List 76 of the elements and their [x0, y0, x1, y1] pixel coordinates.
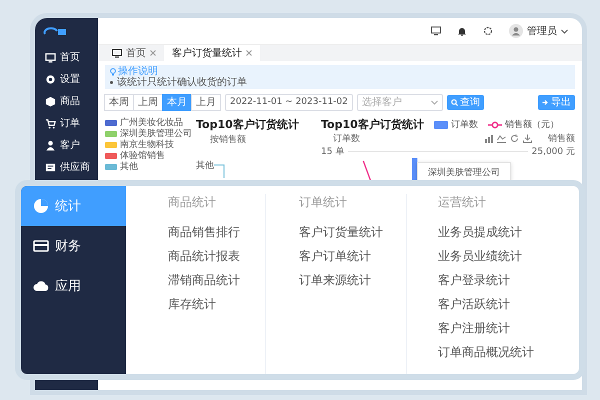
- slice-label: 其他: [196, 160, 214, 172]
- menu-link[interactable]: 订单来源统计: [299, 272, 406, 288]
- category-item[interactable]: 财务: [21, 226, 126, 266]
- settings-icon[interactable]: [483, 26, 493, 36]
- search-icon: [450, 98, 458, 106]
- legend-label: 广州美妆化妆品: [120, 116, 183, 128]
- caret-icon: [561, 28, 568, 34]
- cloud-icon: [33, 278, 49, 294]
- date-range-field[interactable]: 2022-11-01 ~ 2023-11-02: [225, 94, 353, 110]
- group-heading: 运营统计: [438, 194, 487, 210]
- export-icon: [542, 98, 549, 106]
- box-icon: [45, 96, 56, 106]
- menu-link[interactable]: 订单商品概况统计: [438, 344, 534, 360]
- period-button[interactable]: 上周: [133, 94, 163, 110]
- avatar-icon: [509, 24, 523, 38]
- axis-title: 订单数: [333, 132, 360, 145]
- card-icon: [33, 238, 49, 254]
- period-button[interactable]: 本周: [104, 94, 134, 110]
- sidebar-item[interactable]: 首页: [35, 50, 98, 64]
- sidebar-item[interactable]: 设置: [35, 72, 98, 86]
- logo-icon: [43, 26, 67, 38]
- line-chart-icon[interactable]: [497, 134, 506, 143]
- sidebar-item[interactable]: 商品: [35, 94, 98, 108]
- category-item[interactable]: 应用: [21, 266, 126, 306]
- sidebar-item[interactable]: 供应商: [35, 160, 98, 174]
- chart-title: Top10客户订货统计: [196, 117, 299, 132]
- menu-link[interactable]: 客户订单统计: [299, 248, 406, 264]
- legend-label: 深圳美肤管理公司: [120, 128, 192, 140]
- bullet-icon: [110, 81, 113, 84]
- chart-subtitle: 按销售额: [210, 134, 247, 146]
- bell-icon[interactable]: [457, 26, 467, 36]
- monitor-icon: [45, 52, 56, 62]
- legend-label: 其他: [120, 160, 138, 173]
- chart-title: Top10客户订货统计: [321, 117, 424, 132]
- close-icon[interactable]: [150, 50, 156, 56]
- sidebar-item[interactable]: 客户: [35, 138, 98, 152]
- menu-link[interactable]: 商品统计报表: [168, 248, 265, 264]
- group-heading: 订单统计: [299, 194, 348, 210]
- menu-link[interactable]: 客户订货量统计: [299, 224, 406, 240]
- tick-label: 25,000 元: [532, 146, 575, 158]
- menu-link[interactable]: 客户注册统计: [438, 320, 534, 336]
- pie-chart-icon: [33, 198, 49, 214]
- menu-link[interactable]: 商品销售排行: [168, 224, 265, 240]
- menu-link[interactable]: 业务员业绩统计: [438, 248, 534, 264]
- menu-link[interactable]: 库存统计: [168, 296, 265, 312]
- cart-icon: [45, 118, 56, 128]
- bulb-icon: [110, 68, 116, 76]
- tab[interactable]: 首页: [104, 45, 164, 61]
- bar-chart-icon[interactable]: [484, 134, 493, 143]
- gear-icon: [45, 74, 56, 84]
- menu-link[interactable]: 客户活跃统计: [438, 296, 534, 312]
- menu-link[interactable]: 客户登录统计: [438, 272, 534, 288]
- download-icon[interactable]: [523, 134, 532, 143]
- user-name: 管理员: [527, 25, 557, 38]
- caret-icon: [430, 100, 438, 104]
- tick-label: 15 单: [321, 146, 344, 158]
- period-button[interactable]: 上月: [191, 94, 221, 110]
- legend-label: 南京生物科技: [120, 138, 174, 150]
- legend-label: 体验馆销售: [120, 150, 165, 162]
- axis-title: 销售额: [548, 132, 575, 145]
- monitor-icon: [112, 48, 122, 58]
- close-icon[interactable]: [246, 50, 252, 56]
- refresh-icon[interactable]: [510, 134, 519, 143]
- group-heading: 商品统计: [168, 194, 217, 210]
- legend-label: 订单数: [450, 118, 478, 131]
- document-icon: [45, 162, 56, 172]
- person-icon: [45, 140, 56, 150]
- notice-text: 该统计只统计确认收货的订单: [117, 77, 247, 88]
- user-menu[interactable]: 管理员: [509, 24, 568, 38]
- menu-link[interactable]: 业务员提成统计: [438, 224, 534, 240]
- tab[interactable]: 客户订货量统计: [164, 45, 260, 61]
- sidebar-item[interactable]: 订单: [35, 116, 98, 130]
- monitor-icon[interactable]: [431, 26, 441, 36]
- notice-title: 操作说明: [118, 66, 158, 77]
- legend-label: 销售额（元）: [504, 118, 559, 131]
- menu-link[interactable]: 滞销商品统计: [168, 272, 265, 288]
